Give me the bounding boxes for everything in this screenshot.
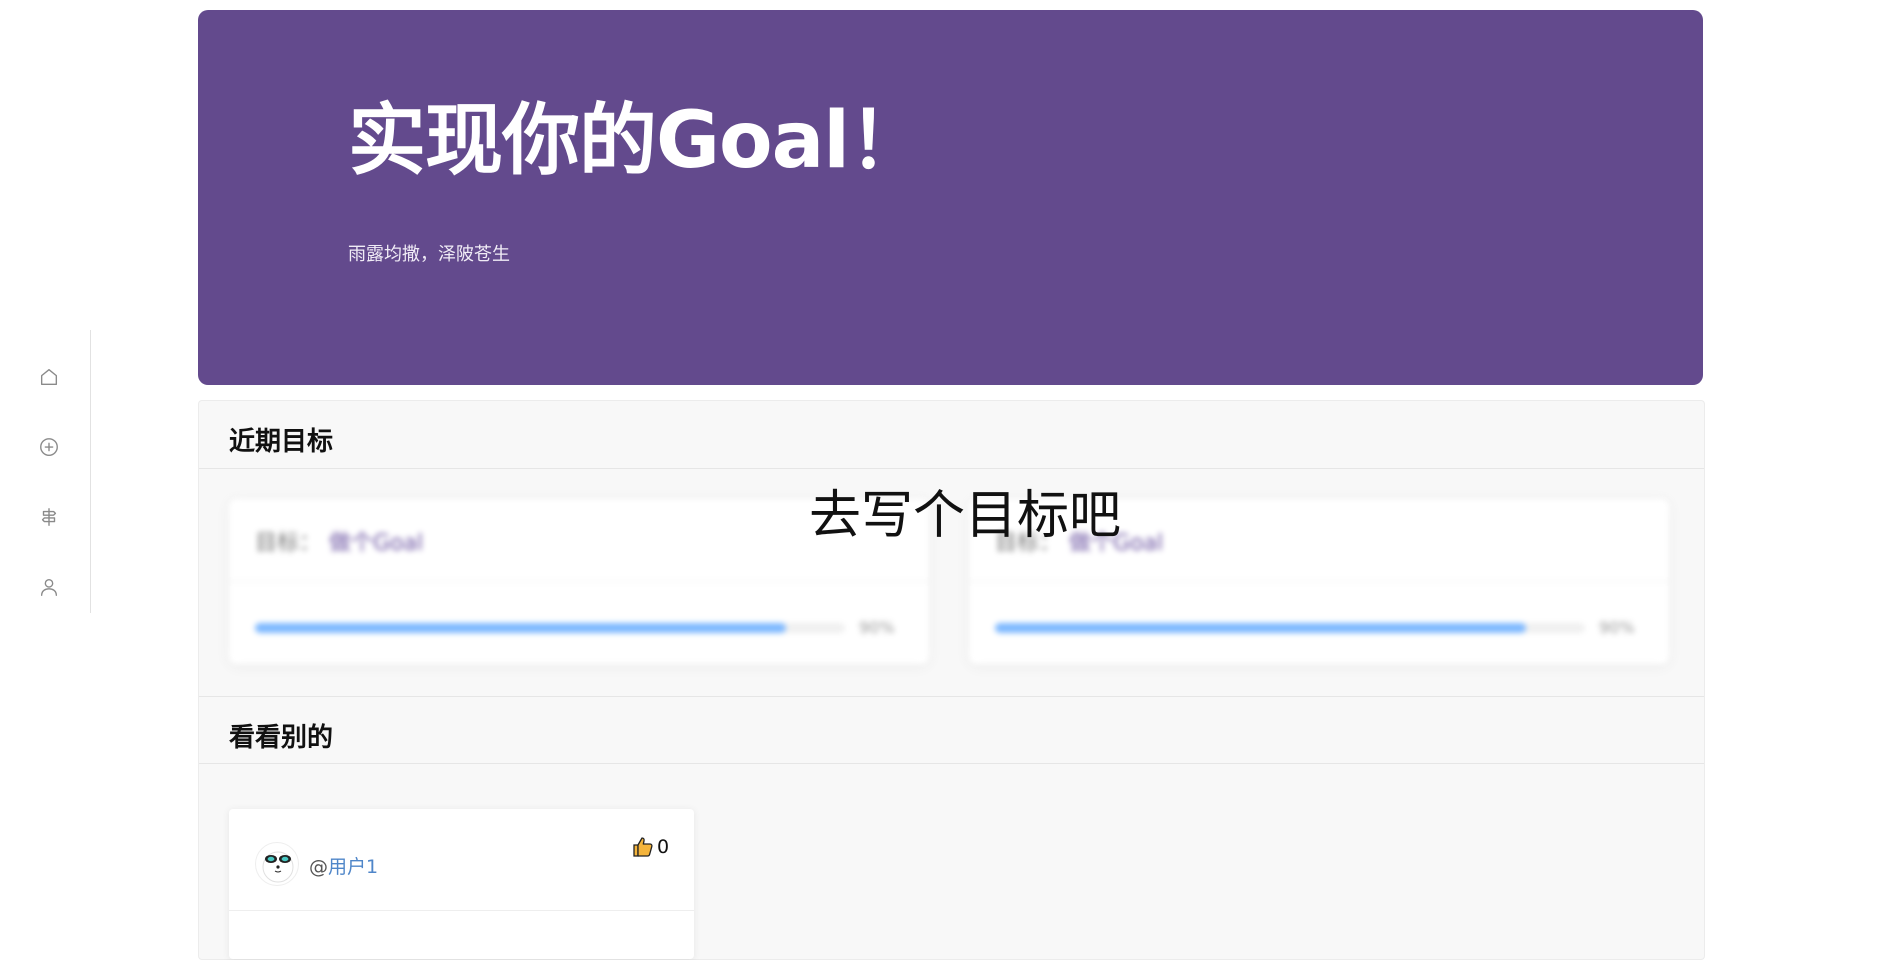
post-author: @用户1 [309, 852, 378, 879]
empty-goals-prompt[interactable]: 去写个目标吧 [809, 473, 1121, 548]
hero-title: 实现你的Goal！ [348, 96, 927, 186]
others-header: 看看别的 [199, 696, 1704, 764]
goal-progress-bar [255, 623, 845, 633]
like-button[interactable]: 0 [631, 835, 669, 859]
goal-progress-text: 90% [1599, 618, 1635, 637]
goal-progress-fill [995, 623, 1526, 633]
goal-label-text: 目标： [255, 531, 322, 556]
signpost-icon [41, 508, 57, 526]
hero-banner: 实现你的Goal！ 雨露均撒，泽陂苍生 [198, 10, 1703, 385]
nav-profile-button[interactable] [37, 575, 61, 599]
user-icon [40, 578, 58, 596]
divider [229, 910, 694, 911]
main-panel: 近期目标 目标： 做个Goal 90% 目标： 做个Goal 90% 去写个目标吧 … [198, 400, 1705, 960]
nav-home-button[interactable] [37, 365, 61, 389]
panda-avatar-icon [262, 851, 294, 883]
nav-add-button[interactable] [37, 435, 61, 459]
goal-label: 目标： 做个Goal [255, 525, 423, 557]
like-count: 0 [657, 836, 670, 858]
goal-value: 做个Goal [329, 531, 424, 556]
thumbs-up-icon [633, 837, 653, 857]
goal-progress-fill [255, 623, 786, 633]
others-title: 看看别的 [229, 723, 334, 753]
avatar[interactable] [255, 842, 299, 886]
at-sign: @ [309, 856, 328, 878]
home-icon [40, 368, 58, 386]
username-link[interactable]: 用户1 [328, 856, 378, 878]
plus-circle-icon [40, 438, 58, 456]
goal-progress-bar [995, 623, 1585, 633]
recent-goals-header: 近期目标 [199, 401, 1704, 469]
divider [229, 581, 929, 582]
sidebar-nav [0, 330, 91, 613]
hero-subtitle: 雨露均撒，泽陂苍生 [348, 244, 510, 265]
goal-progress-text: 90% [859, 618, 895, 637]
divider [969, 581, 1669, 582]
nav-goals-button[interactable] [37, 505, 61, 529]
recent-goals-title: 近期目标 [229, 427, 334, 457]
